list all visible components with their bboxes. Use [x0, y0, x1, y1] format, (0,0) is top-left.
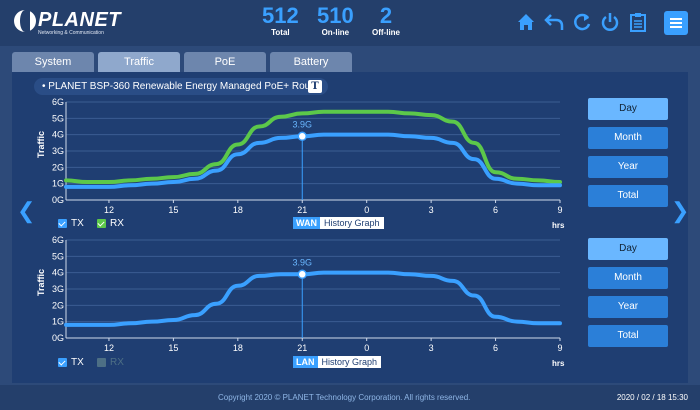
lan-y-tick: 3G — [52, 284, 64, 294]
wan-traffic-chart: Traffic 0G 1G 2G 3G 4G 5G 6G 12 15 18 21 0 3 6 9 3.9G — [36, 97, 563, 215]
stat-total: 512 Total — [262, 3, 299, 38]
lan-period-year-button[interactable]: Year — [588, 296, 668, 318]
lan-tx-checkbox[interactable] — [58, 358, 67, 367]
period-total-button[interactable]: Total — [588, 185, 668, 207]
lan-y-axis-label: Traffic — [36, 269, 46, 296]
lan-tx-label: TX — [71, 357, 84, 368]
wan-x-tick: 3 — [429, 205, 434, 215]
brand-tagline: Networking & Communication — [38, 30, 104, 36]
stat-total-label: Total — [271, 28, 290, 37]
copyright-text: Copyright 2020 © PLANET Technology Corpo… — [218, 393, 471, 402]
lan-x-tick: 3 — [429, 343, 434, 353]
stat-total-value: 512 — [262, 3, 299, 28]
wan-y-tick: 2G — [52, 162, 64, 172]
lan-y-tick: 1G — [52, 317, 64, 327]
next-arrow-icon[interactable]: ❯ — [671, 198, 689, 224]
lan-y-tick: 6G — [52, 235, 64, 245]
lan-legend-tx[interactable]: TX — [58, 357, 84, 368]
lan-rx-checkbox[interactable] — [97, 358, 106, 367]
wan-y-tick: 1G — [52, 179, 64, 189]
lan-y-tick: 4G — [52, 268, 64, 278]
lan-traffic-chart: Traffic 0G 1G 2G 3G 4G 5G 6G 12 15 18 21 0 3 6 9 3.9G — [36, 235, 563, 353]
wan-x-tick: 18 — [233, 205, 243, 215]
lan-rx-label: RX — [110, 357, 124, 368]
lan-x-tick: 12 — [104, 343, 114, 353]
wan-y-tick: 4G — [52, 130, 64, 140]
tab-system[interactable]: System — [12, 52, 94, 72]
home-icon[interactable] — [515, 11, 537, 33]
stat-online-label: On-line — [321, 28, 350, 37]
wan-x-unit: hrs — [552, 221, 565, 230]
wan-legend-rx[interactable]: RX — [97, 218, 124, 229]
top-header: PLANET Networking & Communication 512 To… — [0, 0, 700, 46]
wan-x-tick: 6 — [493, 205, 498, 215]
planet-logo[interactable]: PLANET Networking & Communication — [14, 8, 124, 38]
wan-y-tick: 3G — [52, 146, 64, 156]
wan-marker-label: 3.9G — [293, 119, 313, 129]
period-day-button[interactable]: Day — [588, 98, 668, 120]
lan-graph-text: History Graph — [321, 357, 378, 367]
wan-tx-label: TX — [71, 218, 84, 229]
wan-y-tick: 5G — [52, 113, 64, 123]
wan-graph-tag: WAN — [293, 217, 320, 229]
period-year-button[interactable]: Year — [588, 156, 668, 178]
wan-graph-label: WAN History Graph — [293, 217, 384, 229]
stat-offline: 2 Off-line — [372, 3, 400, 38]
wan-tx-checkbox[interactable] — [58, 219, 67, 228]
wan-graph-text: History Graph — [324, 218, 380, 228]
stat-online: 510 On-line — [317, 3, 354, 38]
lan-x-tick: 18 — [233, 343, 243, 353]
lan-x-tick: 0 — [364, 343, 369, 353]
lan-graph-tag: LAN — [293, 356, 318, 368]
lan-y-tick: 0G — [52, 333, 64, 343]
wan-legend-tx[interactable]: TX — [58, 218, 84, 229]
lan-period-total-button[interactable]: Total — [588, 325, 668, 347]
footer: Copyright 2020 © PLANET Technology Corpo… — [0, 385, 700, 410]
lan-period-day-button[interactable]: Day — [588, 238, 668, 260]
lan-x-tick: 9 — [557, 343, 562, 353]
lan-x-tick: 15 — [168, 343, 178, 353]
wan-x-tick: 0 — [364, 205, 369, 215]
device-title: • PLANET BSP-360 Renewable Energy Manage… — [34, 78, 328, 95]
lan-x-unit: hrs — [552, 359, 565, 368]
wan-y-tick: 6G — [52, 97, 64, 107]
wan-x-tick: 9 — [557, 205, 562, 215]
text-format-icon[interactable]: T — [308, 80, 322, 93]
device-title-text: PLANET BSP-360 Renewable Energy Managed … — [48, 81, 322, 92]
menu-icon[interactable] — [664, 11, 688, 35]
lan-marker-point — [297, 269, 308, 280]
stat-offline-value: 2 — [379, 3, 393, 28]
footer-datetime: 2020 / 02 / 18 15:30 — [616, 393, 688, 402]
lan-graph-label: LAN History Graph — [293, 356, 382, 368]
wan-rx-label: RX — [110, 218, 124, 229]
back-icon[interactable] — [543, 11, 565, 33]
refresh-icon[interactable] — [571, 11, 593, 33]
lan-x-tick: 6 — [493, 343, 498, 353]
lan-marker-label: 3.9G — [293, 257, 313, 267]
brand-name: PLANET — [38, 9, 121, 31]
lan-legend-rx[interactable]: RX — [97, 357, 124, 368]
wan-y-axis-label: Traffic — [36, 131, 46, 158]
clipboard-icon[interactable] — [627, 11, 649, 33]
wan-x-tick: 15 — [168, 205, 178, 215]
tab-poe[interactable]: PoE — [184, 52, 266, 72]
wan-marker-point — [297, 131, 308, 142]
tab-traffic[interactable]: Traffic — [98, 52, 180, 72]
tab-battery[interactable]: Battery — [270, 52, 352, 72]
wan-x-tick: 12 — [104, 205, 114, 215]
period-month-button[interactable]: Month — [588, 127, 668, 149]
wan-x-tick: 21 — [297, 205, 307, 215]
wan-y-tick: 0G — [52, 195, 64, 205]
lan-series-tx — [64, 270, 562, 327]
lan-period-month-button[interactable]: Month — [588, 267, 668, 289]
lan-y-tick: 2G — [52, 300, 64, 310]
lan-y-tick: 5G — [52, 251, 64, 261]
wan-rx-checkbox[interactable] — [97, 219, 106, 228]
lan-x-tick: 21 — [297, 343, 307, 353]
stat-offline-label: Off-line — [372, 28, 400, 37]
stat-online-value: 510 — [317, 3, 354, 28]
planet-logo-mark — [14, 10, 36, 32]
power-icon[interactable] — [599, 11, 621, 33]
